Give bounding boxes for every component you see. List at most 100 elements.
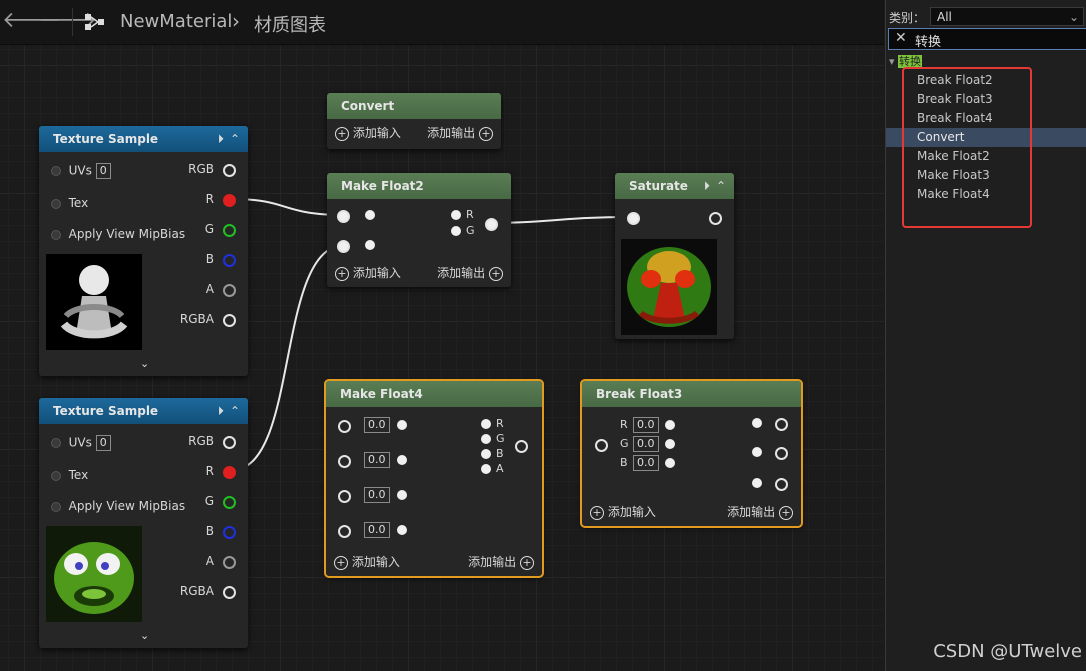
output-label-a: A (205, 282, 214, 296)
add-input-icon[interactable]: + (590, 505, 604, 520)
add-input-label[interactable]: 添加输入 (353, 266, 401, 280)
node-header-icons[interactable]: ⏵ ⌃ (698, 179, 726, 194)
value-field-1[interactable]: 0.0 (364, 417, 390, 433)
pin-label-a: A (496, 462, 504, 475)
output-pin-b[interactable] (223, 254, 236, 267)
breadcrumb-asset[interactable]: NewMaterial (120, 11, 232, 32)
input-pin[interactable] (51, 470, 61, 481)
tex-label: Tex (68, 468, 89, 482)
input-pin[interactable] (51, 501, 61, 512)
convert-node[interactable]: Convert + 添加输入 添加输出 + (327, 93, 501, 149)
make-float2-node[interactable]: Make Float2 R G + 添加输入 添加输出 + (327, 173, 511, 287)
output-pin-1[interactable] (775, 418, 788, 431)
input-pin[interactable] (51, 166, 61, 176)
input-pin[interactable] (51, 198, 61, 209)
output-pin-3[interactable] (775, 478, 788, 491)
value-field-3[interactable]: 0.0 (364, 487, 390, 503)
wire-node-dot (397, 420, 407, 430)
uv-index[interactable]: 0 (95, 435, 111, 451)
input-pin-2[interactable] (338, 455, 351, 468)
value-field-2[interactable]: 0.0 (364, 452, 390, 468)
mipbias-label: Apply View MipBias (68, 499, 186, 513)
output-pin-g[interactable] (223, 496, 236, 509)
category-dropdown[interactable]: All ⌄ (930, 7, 1084, 26)
breadcrumb-page[interactable]: 材质图表 (254, 11, 326, 37)
uv-index[interactable]: 0 (95, 163, 111, 179)
input-pin[interactable] (627, 212, 640, 225)
add-input-icon[interactable]: + (335, 126, 349, 141)
collapse-icon[interactable]: ⌃ (716, 179, 726, 193)
output-label-g: G (204, 222, 214, 236)
output-pin-r[interactable] (223, 466, 236, 479)
clear-search-icon[interactable]: ✕ (895, 30, 907, 46)
pin-label-b: B (620, 456, 628, 469)
input-pin[interactable] (595, 439, 608, 452)
node-header-icons[interactable]: ⏵ ⌃ (212, 404, 240, 419)
pin-label-r: R (466, 208, 474, 221)
category-value: All (937, 10, 952, 24)
add-output-icon[interactable]: + (479, 126, 493, 141)
palette-search-input[interactable]: ✕ 转换 (888, 28, 1086, 50)
input-pin-1[interactable] (338, 420, 351, 433)
output-pin-a[interactable] (223, 284, 236, 297)
input-pin[interactable] (51, 438, 61, 448)
add-output-label[interactable]: 添加输出 (427, 126, 475, 140)
saturate-node[interactable]: Saturate ⏵ ⌃ (615, 173, 734, 339)
output-pin[interactable] (515, 440, 528, 453)
output-label-r: R (205, 464, 214, 478)
texture-preview-thumbnail (46, 526, 142, 622)
collapse-icon[interactable]: ⌃ (230, 404, 240, 418)
add-output-label[interactable]: 添加输出 (468, 555, 516, 569)
output-pin-rgb[interactable] (223, 436, 236, 449)
input-pin[interactable] (51, 229, 61, 240)
expand-chevron-icon[interactable]: ⌄ (140, 357, 149, 370)
make-float4-node[interactable]: Make Float4 0.0 0.0 0.0 0.0 R G B A + 添加… (324, 379, 544, 578)
value-field-r[interactable]: 0.0 (633, 417, 659, 433)
add-input-icon[interactable]: + (334, 555, 348, 570)
annotation-highlight-box (902, 67, 1032, 228)
value-field-4[interactable]: 0.0 (364, 522, 390, 538)
output-pin-rgba[interactable] (223, 586, 236, 599)
output-pin-g[interactable] (223, 224, 236, 237)
wire-node-dot (397, 455, 407, 465)
expand-triangle-icon[interactable]: ▾ (889, 55, 895, 68)
output-pin-2[interactable] (775, 447, 788, 460)
expand-chevron-icon[interactable]: ⌄ (140, 629, 149, 642)
collapse-icon[interactable]: ⌃ (230, 132, 240, 146)
preview-icon[interactable]: ⏵ (218, 404, 224, 418)
add-input-label[interactable]: 添加输入 (608, 505, 656, 519)
preview-icon[interactable]: ⏵ (218, 132, 224, 146)
wire-node-dot (397, 490, 407, 500)
output-pin-b[interactable] (223, 526, 236, 539)
input-pin-1[interactable] (337, 210, 350, 223)
output-pin[interactable] (485, 218, 498, 231)
texture-sample-node-2[interactable]: Texture Sample ⏵ ⌃ UVs 0 Tex Apply View M… (39, 398, 248, 648)
texture-sample-node-1[interactable]: Texture Sample ⏵ ⌃ UVs 0 Tex Apply View M… (39, 126, 248, 376)
value-field-b[interactable]: 0.0 (633, 455, 659, 471)
wire-node-dot (752, 418, 762, 428)
break-float3-node[interactable]: Break Float3 R G B 0.0 0.0 0.0 + 添加输入 添加… (580, 379, 803, 528)
add-input-icon[interactable]: + (335, 266, 349, 281)
input-pin-2[interactable] (337, 240, 350, 253)
category-group[interactable]: ▾ 转换 (889, 53, 923, 68)
input-pin-3[interactable] (338, 490, 351, 503)
preview-icon[interactable]: ⏵ (704, 179, 710, 193)
add-output-label[interactable]: 添加输出 (437, 266, 485, 280)
output-pin-r[interactable] (223, 194, 236, 207)
input-pin-4[interactable] (338, 525, 351, 538)
add-output-icon[interactable]: + (489, 266, 503, 281)
value-field-g[interactable]: 0.0 (633, 436, 659, 452)
node-header-icons[interactable]: ⏵ ⌃ (212, 132, 240, 147)
output-pin-rgb[interactable] (223, 164, 236, 177)
category-label: 类别： (889, 11, 926, 25)
add-input-label[interactable]: 添加输入 (352, 555, 400, 569)
output-pin-a[interactable] (223, 556, 236, 569)
add-output-icon[interactable]: + (520, 555, 534, 570)
output-pin[interactable] (709, 212, 722, 225)
add-input-label[interactable]: 添加输入 (353, 126, 401, 140)
output-label-a: A (205, 554, 214, 568)
add-output-icon[interactable]: + (779, 505, 793, 520)
output-pin-rgba[interactable] (223, 314, 236, 327)
wire-node-dot (397, 525, 407, 535)
add-output-label[interactable]: 添加输出 (727, 505, 775, 519)
